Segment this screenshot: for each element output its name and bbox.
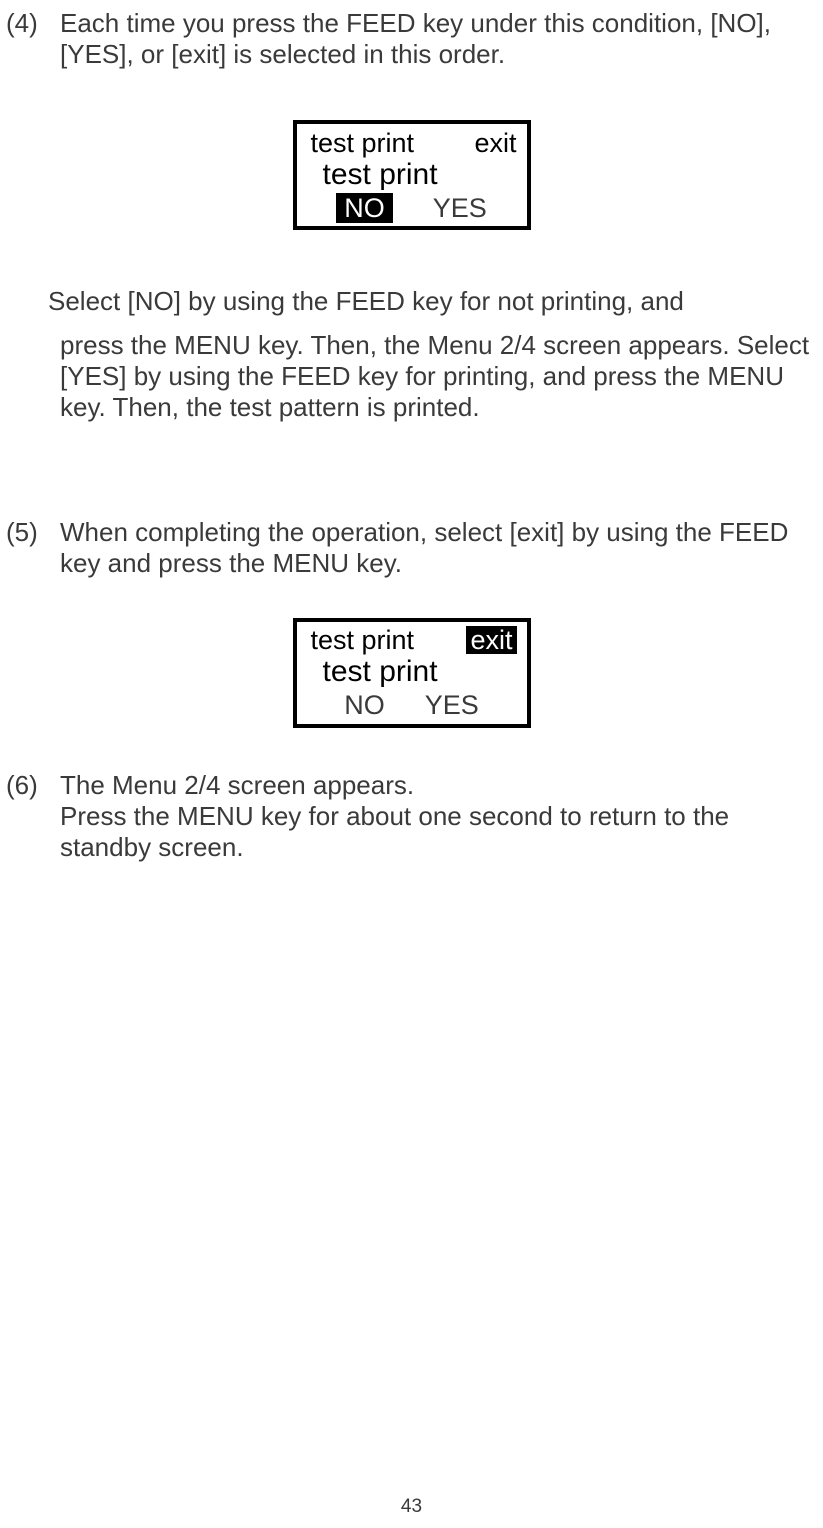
lcd-screen-2-container: test print exit test print NO YES	[0, 618, 823, 728]
lcd-row-options: NO YES	[297, 191, 527, 224]
step-text: When completing the operation, select [e…	[60, 517, 823, 579]
step-number: (6)	[0, 770, 60, 801]
step-6-line-1: The Menu 2/4 screen appears.	[60, 770, 815, 801]
step-number: (5)	[0, 517, 60, 548]
step-number: (4)	[0, 8, 60, 39]
step-6: (6) The Menu 2/4 screen appears. Press t…	[0, 770, 823, 864]
lcd-label-test-print: test print	[311, 626, 415, 654]
lcd-row-options: NO YES	[297, 689, 527, 722]
step-4-follow-a: Select [NO] by using the FEED key for no…	[0, 286, 823, 317]
lcd-label-test-print-large: test print	[323, 656, 438, 688]
page-number: 43	[0, 1496, 823, 1518]
lcd-option-no-selected: NO	[336, 193, 393, 223]
lcd-row-mid: test print	[297, 656, 527, 689]
step-5: (5) When completing the operation, selec…	[0, 517, 823, 579]
lcd-row-top: test print exit	[297, 625, 527, 656]
lcd-row-mid: test print	[297, 158, 527, 191]
lcd-screen-1-container: test print exit test print NO YES	[0, 120, 823, 230]
lcd-option-exit-selected: exit	[466, 626, 516, 654]
step-text: The Menu 2/4 screen appears. Press the M…	[60, 770, 823, 864]
lcd-option-yes: YES	[425, 691, 479, 719]
lcd-label-test-print-large: test print	[323, 159, 438, 191]
step-text: Each time you press the FEED key under t…	[60, 8, 823, 70]
lcd-label-test-print: test print	[311, 129, 415, 157]
lcd-screen-1: test print exit test print NO YES	[293, 120, 531, 230]
lcd-option-yes: YES	[433, 194, 487, 222]
lcd-option-exit: exit	[474, 129, 516, 157]
lcd-row-top: test print exit	[297, 127, 527, 158]
step-4: (4) Each time you press the FEED key und…	[0, 8, 823, 70]
step-4-follow-b: press the MENU key. Then, the Menu 2/4 s…	[0, 330, 823, 424]
step-6-line-2: Press the MENU key for about one second …	[60, 801, 815, 863]
lcd-screen-2: test print exit test print NO YES	[293, 618, 531, 728]
lcd-option-no: NO	[344, 691, 385, 719]
